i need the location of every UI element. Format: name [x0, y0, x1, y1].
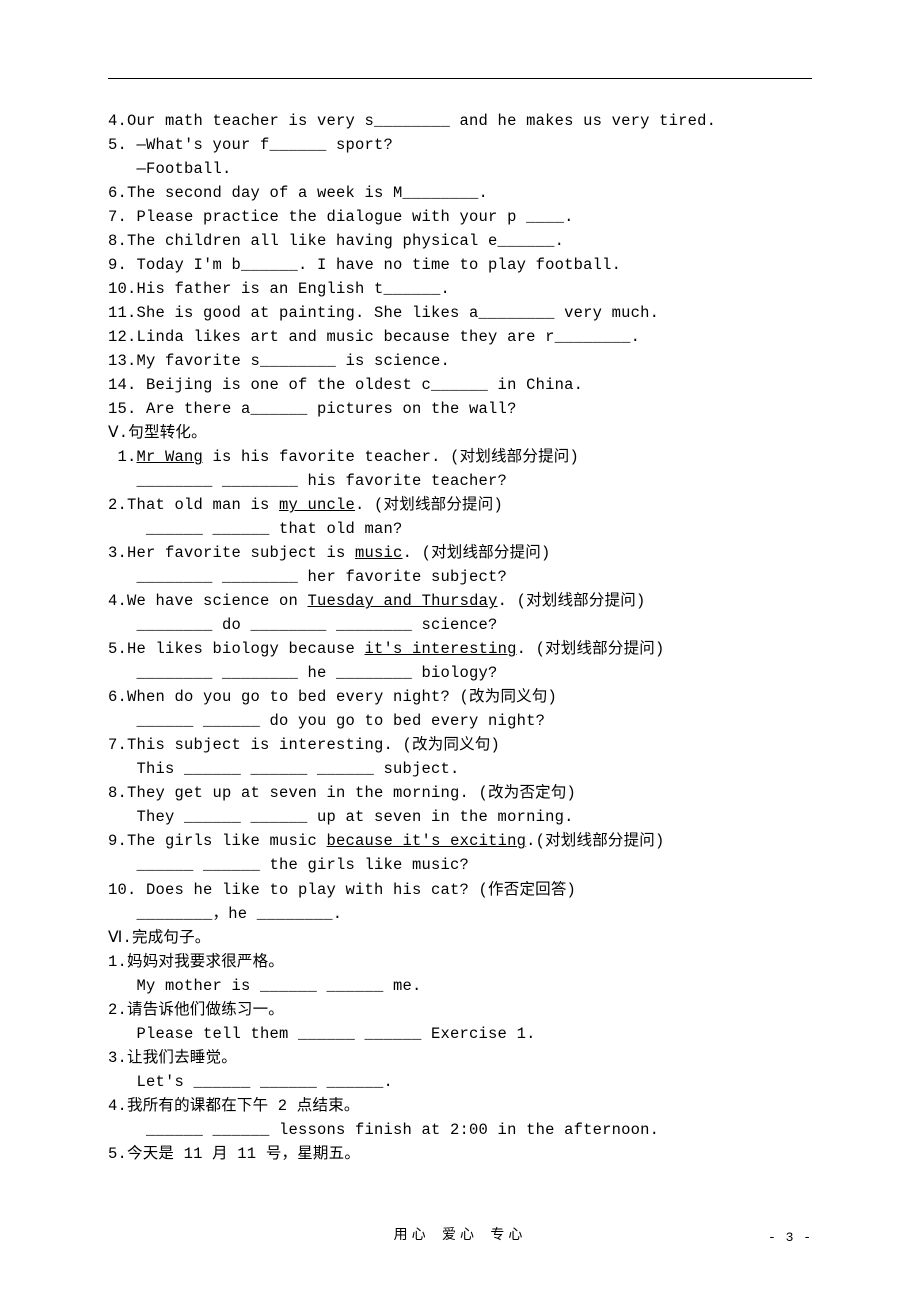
v9a-underlined: because it's exciting	[327, 832, 527, 850]
question-12: 12.Linda likes art and music because the…	[108, 325, 812, 349]
v10a: 10. Does he like to play with his cat? (…	[108, 878, 812, 902]
v5a-pre: 5.He likes biology because	[108, 640, 365, 658]
v3a-post: . (对划线部分提问)	[403, 544, 551, 562]
vi4a: 4.我所有的课都在下午 2 点结束。	[108, 1094, 812, 1118]
v10b: ________，he ________.	[108, 902, 812, 926]
question-7: 7. Please practice the dialogue with you…	[108, 205, 812, 229]
v3b: ________ ________ her favorite subject?	[108, 565, 812, 589]
vi5a: 5.今天是 11 月 11 号，星期五。	[108, 1142, 812, 1166]
v8b: They ______ ______ up at seven in the mo…	[108, 805, 812, 829]
v4a-pre: 4.We have science on	[108, 592, 308, 610]
v3a-pre: 3.Her favorite subject is	[108, 544, 355, 562]
question-15: 15. Are there a______ pictures on the wa…	[108, 397, 812, 421]
v2a-pre: 2.That old man is	[108, 496, 279, 514]
v1a-pre: 1.	[108, 448, 137, 466]
question-13: 13.My favorite s________ is science.	[108, 349, 812, 373]
question-4: 4.Our math teacher is very s________ and…	[108, 109, 812, 133]
v9b: ______ ______ the girls like music?	[108, 853, 812, 877]
v1a-post: is his favorite teacher. (对划线部分提问)	[203, 448, 579, 466]
v2a-underlined: my uncle	[279, 496, 355, 514]
vi2b: Please tell them ______ ______ Exercise …	[108, 1022, 812, 1046]
v2b: ______ ______ that old man?	[108, 517, 812, 541]
vi3a: 3.让我们去睡觉。	[108, 1046, 812, 1070]
v1a: 1.Mr Wang is his favorite teacher. (对划线部…	[108, 445, 812, 469]
v4a: 4.We have science on Tuesday and Thursda…	[108, 589, 812, 613]
question-10: 10.His father is an English t______.	[108, 277, 812, 301]
v9a-pre: 9.The girls like music	[108, 832, 327, 850]
page-number: - 3 -	[768, 1228, 812, 1248]
section-vi-title: Ⅵ.完成句子。	[108, 926, 812, 950]
vi2a: 2.请告诉他们做练习一。	[108, 998, 812, 1022]
section-v-title: Ⅴ.句型转化。	[108, 421, 812, 445]
v5a: 5.He likes biology because it's interest…	[108, 637, 812, 661]
question-9: 9. Today I'm b______. I have no time to …	[108, 253, 812, 277]
question-6: 6.The second day of a week is M________.	[108, 181, 812, 205]
vi4b: ______ ______ lessons finish at 2:00 in …	[108, 1118, 812, 1142]
v5b: ________ ________ he ________ biology?	[108, 661, 812, 685]
v9a: 9.The girls like music because it's exci…	[108, 829, 812, 853]
v4a-post: . (对划线部分提问)	[498, 592, 646, 610]
vi3b: Let's ______ ______ ______.	[108, 1070, 812, 1094]
vi1a: 1.妈妈对我要求很严格。	[108, 950, 812, 974]
v8a: 8.They get up at seven in the morning. (…	[108, 781, 812, 805]
document-page: 4.Our math teacher is very s________ and…	[0, 0, 920, 1302]
question-5a: 5. —What's your f______ sport?	[108, 133, 812, 157]
question-14: 14. Beijing is one of the oldest c______…	[108, 373, 812, 397]
v9a-post: .(对划线部分提问)	[526, 832, 664, 850]
v4b: ________ do ________ ________ science?	[108, 613, 812, 637]
v2a: 2.That old man is my uncle. (对划线部分提问)	[108, 493, 812, 517]
v1a-underlined: Mr Wang	[137, 448, 204, 466]
v7a: 7.This subject is interesting. (改为同义句)	[108, 733, 812, 757]
question-8: 8.The children all like having physical …	[108, 229, 812, 253]
v2a-post: . (对划线部分提问)	[355, 496, 503, 514]
top-rule	[108, 78, 812, 79]
v3a-underlined: music	[355, 544, 403, 562]
v7b: This ______ ______ ______ subject.	[108, 757, 812, 781]
v5a-underlined: it's interesting	[365, 640, 517, 658]
question-11: 11.She is good at painting. She likes a_…	[108, 301, 812, 325]
question-5b: —Football.	[108, 157, 812, 181]
v3a: 3.Her favorite subject is music. (对划线部分提…	[108, 541, 812, 565]
v6b: ______ ______ do you go to bed every nig…	[108, 709, 812, 733]
v1b: ________ ________ his favorite teacher?	[108, 469, 812, 493]
v6a: 6.When do you go to bed every night? (改为…	[108, 685, 812, 709]
v4a-underlined: Tuesday and Thursday	[308, 592, 498, 610]
vi1b: My mother is ______ ______ me.	[108, 974, 812, 998]
v5a-post: . (对划线部分提问)	[517, 640, 665, 658]
